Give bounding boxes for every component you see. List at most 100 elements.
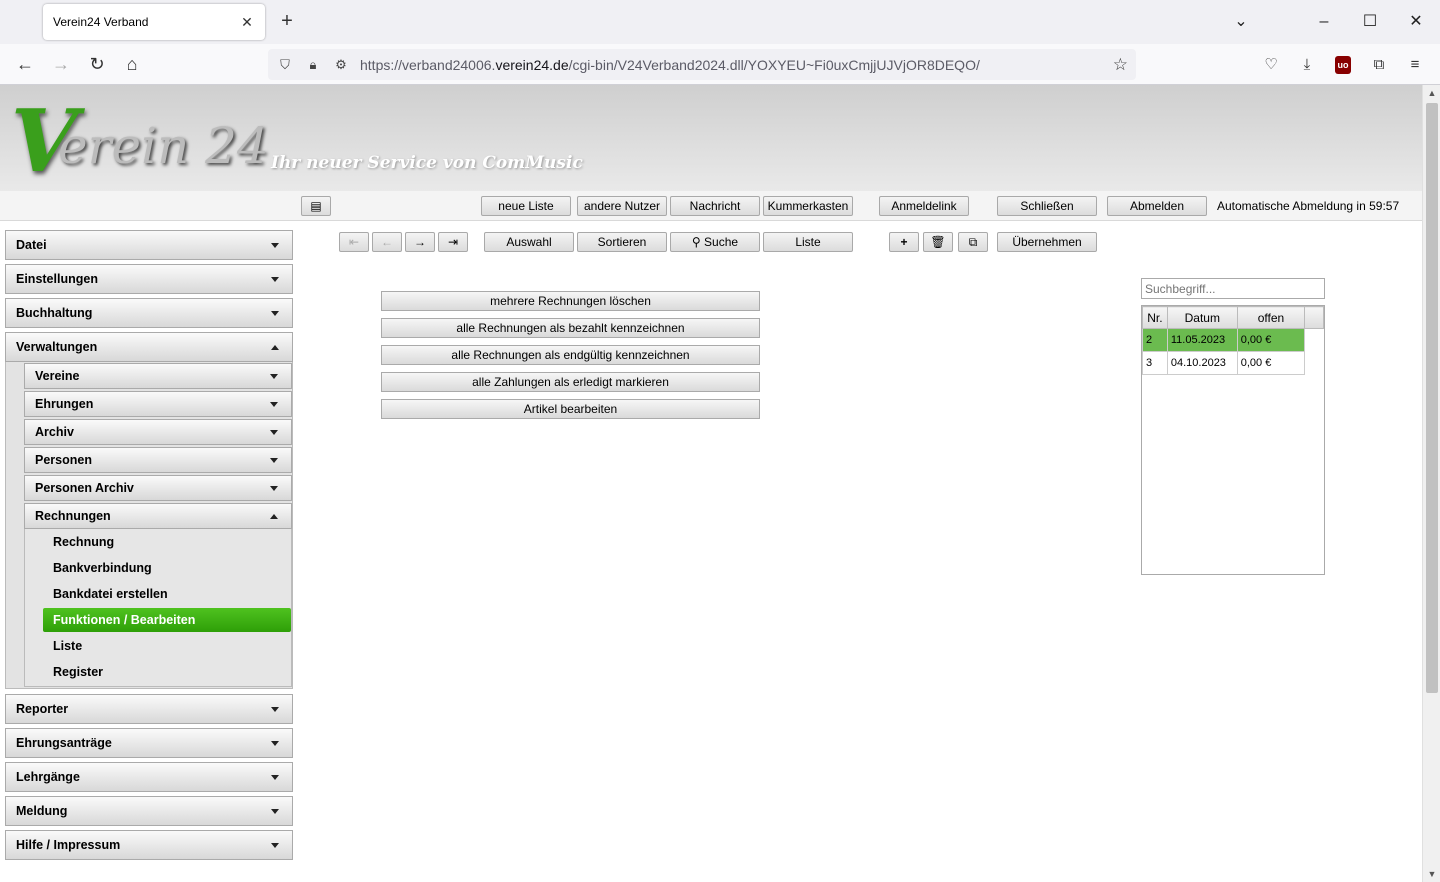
reload-icon[interactable]: ↻ [85,52,109,76]
delete-button[interactable]: 🗑︎ [923,232,953,252]
first-record-button[interactable]: ⇤ [339,232,369,252]
table-row[interactable]: 3 04.10.2023 0,00 € [1142,351,1324,375]
plus-icon: + [900,235,908,249]
sidebar-item-archiv[interactable]: Archiv [24,419,292,445]
copy-icon: ⧉ [968,235,978,249]
browser-tab[interactable]: Verein24 Verband ✕ [43,4,265,40]
window-close-icon[interactable]: ✕ [1404,10,1428,34]
cell-nr: 3 [1142,351,1168,375]
tab-close-icon[interactable]: ✕ [239,14,255,31]
url-bar[interactable]: ⛉ 🔒︎ ⚙ https://verband24006.verein24.de/… [268,49,1136,80]
sidebar-item-rechnungen[interactable]: Rechnungen [24,503,292,529]
kummerkasten-button[interactable]: Kummerkasten [763,196,853,216]
column-header-nr[interactable]: Nr. [1142,306,1168,329]
pocket-icon[interactable]: ♡ [1260,54,1282,76]
sidebar-item-rechnung[interactable]: Rechnung [43,530,291,554]
andere-nutzer-button[interactable]: andere Nutzer [577,196,667,216]
action-rechnungen-loeschen-button[interactable]: mehrere Rechnungen löschen [381,291,760,311]
chevron-down-icon [271,775,279,780]
schliessen-button[interactable]: Schließen [997,196,1097,216]
scroll-up-icon[interactable]: ▲ [1423,85,1440,101]
sidebar-item-reporter[interactable]: Reporter [5,694,293,724]
next-icon: → [414,235,426,249]
cell-offen: 0,00 € [1236,351,1306,375]
action-artikel-bearbeiten-button[interactable]: Artikel bearbeiten [381,399,760,419]
slogan: Ihr neuer Service von ComMusic [271,153,583,173]
cell-offen: 0,00 € [1236,328,1306,352]
chevron-down-icon [270,374,278,379]
chevron-down-icon [271,741,279,746]
chevron-down-icon [271,707,279,712]
sidebar-item-lehrgaenge[interactable]: Lehrgänge [5,762,293,792]
column-header-datum[interactable]: Datum [1166,306,1238,329]
back-icon[interactable]: ← [13,52,37,76]
chevron-down-icon [270,486,278,491]
toggle-menu-button[interactable]: ▤ [301,196,331,216]
action-zahlungen-erledigt-button[interactable]: alle Zahlungen als erledigt markieren [381,372,760,392]
sidebar-item-datei[interactable]: Datei [5,230,293,260]
suche-button[interactable]: ⚲ Suche [670,232,760,252]
scroll-down-icon[interactable]: ▼ [1423,866,1440,882]
page-scrollbar[interactable]: ▲ ▼ [1422,85,1440,882]
uebernehmen-button[interactable]: Übernehmen [997,232,1097,252]
menu-icon[interactable]: ≡ [1404,54,1426,76]
page: V erein 24 Ihr neuer Service von ComMusi… [0,85,1422,882]
minimize-icon[interactable]: – [1312,10,1336,34]
forward-icon[interactable]: → [49,52,73,76]
sidebar-item-bankverbindung[interactable]: Bankverbindung [43,556,291,580]
scrollbar-thumb[interactable] [1426,103,1438,693]
url-text[interactable]: https://verband24006.verein24.de/cgi-bin… [360,57,980,73]
last-record-button[interactable]: ⇥ [438,232,468,252]
prev-record-button[interactable]: ← [372,232,402,252]
auswahl-button[interactable]: Auswahl [484,232,574,252]
cell-datum: 11.05.2023 [1166,328,1238,352]
browser-navbar: ← → ↻ ⌂ ⛉ 🔒︎ ⚙ https://verband24006.vere… [0,44,1440,85]
download-icon[interactable]: ⤓ [1296,54,1318,76]
copy-button[interactable]: ⧉ [958,232,988,252]
tab-list-chevron-icon[interactable]: ⌄ [1229,10,1253,34]
bookmark-star-icon[interactable]: ☆ [1113,55,1128,75]
permissions-icon[interactable]: ⚙ [330,57,352,73]
cell-datum: 04.10.2023 [1166,351,1238,375]
table-row[interactable]: 2 11.05.2023 0,00 € [1142,328,1324,352]
column-header-offen[interactable]: offen [1236,306,1306,329]
next-record-button[interactable]: → [405,232,435,252]
home-icon[interactable]: ⌂ [120,52,144,76]
action-endgueltig-button[interactable]: alle Rechnungen als endgültig kennzeichn… [381,345,760,365]
nachricht-button[interactable]: Nachricht [670,196,760,216]
ublock-icon[interactable]: uo [1335,56,1351,74]
invoice-grid: Nr. Datum offen 2 11.05.2023 0,00 € 3 04… [1141,305,1325,575]
sidebar-item-verwaltungen[interactable]: Verwaltungen [5,332,293,362]
abmelden-button[interactable]: Abmelden [1107,196,1207,216]
sidebar-item-ehrungen[interactable]: Ehrungen [24,391,292,417]
add-button[interactable]: + [889,232,919,252]
maximize-icon[interactable]: ☐ [1358,10,1382,34]
new-tab-icon[interactable]: + [276,10,298,32]
anmeldelink-button[interactable]: Anmeldelink [879,196,969,216]
search-input[interactable] [1141,278,1325,299]
sidebar-item-hilfe-impressum[interactable]: Hilfe / Impressum [5,830,293,860]
sortieren-button[interactable]: Sortieren [577,232,667,252]
shield-icon[interactable]: ⛉ [274,57,296,73]
sidebar-item-personen-archiv[interactable]: Personen Archiv [24,475,292,501]
sidebar-item-personen[interactable]: Personen [24,447,292,473]
neue-liste-button[interactable]: neue Liste [481,196,571,216]
sidebar-item-einstellungen[interactable]: Einstellungen [5,264,293,294]
liste-button[interactable]: Liste [763,232,853,252]
sidebar-item-bankdatei-erstellen[interactable]: Bankdatei erstellen [43,582,291,606]
prev-icon: ← [381,235,393,249]
sidebar-item-buchhaltung[interactable]: Buchhaltung [5,298,293,328]
sidebar-item-meldung[interactable]: Meldung [5,796,293,826]
extensions-icon[interactable]: ⧉ [1368,54,1390,76]
tab-title: Verein24 Verband [53,15,149,29]
sidebar-item-ehrungsantraege[interactable]: Ehrungsanträge [5,728,293,758]
sidebar-item-funktionen-bearbeiten[interactable]: Funktionen / Bearbeiten [43,608,291,632]
sidebar-item-vereine[interactable]: Vereine [24,363,292,389]
lock-icon[interactable]: 🔒︎ [302,57,324,73]
search-icon: ⚲ [691,235,701,249]
chevron-down-icon [271,277,279,282]
sidebar-item-register[interactable]: Register [43,660,291,684]
sidebar-item-liste[interactable]: Liste [43,634,291,658]
action-bezahlt-button[interactable]: alle Rechnungen als bezahlt kennzeichnen [381,318,760,338]
chevron-down-icon [271,809,279,814]
